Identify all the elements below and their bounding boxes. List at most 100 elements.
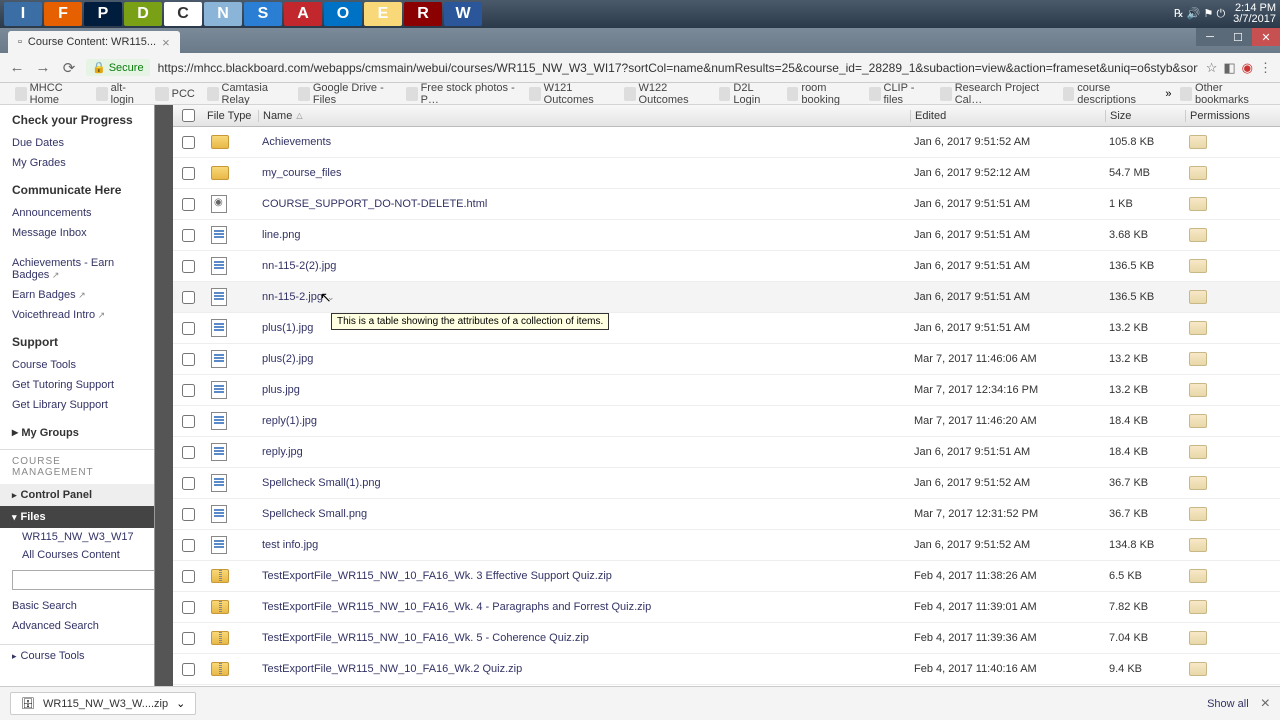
- taskbar-app-revit[interactable]: R: [404, 2, 442, 26]
- taskbar-app-dreamweaver[interactable]: D: [124, 2, 162, 26]
- taskbar-app-acrobat[interactable]: A: [284, 2, 322, 26]
- row-checkbox[interactable]: [182, 508, 195, 521]
- row-checkbox[interactable]: [182, 353, 195, 366]
- sidebar-link[interactable]: Announcements: [12, 203, 142, 223]
- permissions-icon[interactable]: [1189, 135, 1207, 149]
- file-name-link[interactable]: reply.jpg: [258, 446, 910, 458]
- file-name-link[interactable]: Achievements: [258, 136, 910, 148]
- files-sublink[interactable]: WR115_NW_W3_W17: [0, 528, 154, 546]
- taskbar-app-ie[interactable]: I: [4, 2, 42, 26]
- permissions-icon[interactable]: [1189, 290, 1207, 304]
- file-name-link[interactable]: TestExportFile_WR115_NW_10_FA16_Wk. 3 Ef…: [258, 570, 910, 582]
- permissions-icon[interactable]: [1189, 383, 1207, 397]
- close-shelf-button[interactable]: ×: [1261, 695, 1270, 713]
- file-name-link[interactable]: nn-115-2.jpg ⌄: [258, 291, 910, 303]
- taskbar-app-outlook[interactable]: O: [324, 2, 362, 26]
- bookmark-item[interactable]: room booking: [782, 80, 862, 108]
- row-checkbox[interactable]: [182, 477, 195, 490]
- taskbar-app-safari[interactable]: S: [244, 2, 282, 26]
- file-row[interactable]: plus(1).jpg Jan 6, 2017 9:51:51 AM13.2 K…: [173, 313, 1280, 344]
- control-panel-toggle[interactable]: Control Panel: [0, 484, 154, 506]
- taskbar-app-photoshop[interactable]: P: [84, 2, 122, 26]
- row-checkbox[interactable]: [182, 539, 195, 552]
- tab-close-button[interactable]: ×: [162, 35, 170, 50]
- file-name-link[interactable]: test info.jpg: [258, 539, 910, 551]
- col-name[interactable]: Name△: [258, 110, 910, 122]
- permissions-icon[interactable]: [1189, 569, 1207, 583]
- taskbar-app-notepad[interactable]: N: [204, 2, 242, 26]
- file-row[interactable]: Spellcheck Small(1).png Jan 6, 2017 9:51…: [173, 468, 1280, 499]
- file-name-link[interactable]: plus(1).jpg: [258, 322, 910, 334]
- taskbar-app-chrome[interactable]: C: [164, 2, 202, 26]
- sidebar-link[interactable]: Get Tutoring Support: [12, 375, 142, 395]
- file-name-link[interactable]: TestExportFile_WR115_NW_10_FA16_Wk. 5 - …: [258, 632, 910, 644]
- file-row[interactable]: Spellcheck Small.png Mar 7, 2017 12:31:5…: [173, 499, 1280, 530]
- file-name-link[interactable]: my_course_files: [258, 167, 910, 179]
- window-minimize-button[interactable]: ─: [1196, 28, 1224, 46]
- bookmark-item[interactable]: Free stock photos - P…: [401, 80, 522, 108]
- bookmark-item[interactable]: MHCC Home: [10, 80, 89, 108]
- permissions-icon[interactable]: [1189, 259, 1207, 273]
- ext-icon-2[interactable]: ◉: [1242, 60, 1253, 76]
- file-row[interactable]: COURSE_SUPPORT_DO-NOT-DELETE.html Jan 6,…: [173, 189, 1280, 220]
- permissions-icon[interactable]: [1189, 414, 1207, 428]
- other-bookmarks[interactable]: Other bookmarks: [1175, 80, 1270, 108]
- file-name-link[interactable]: reply(1).jpg: [258, 415, 910, 427]
- bookmark-item[interactable]: Camtasia Relay: [202, 80, 291, 108]
- permissions-icon[interactable]: [1189, 600, 1207, 614]
- file-row[interactable]: plus.jpg Mar 7, 2017 12:34:16 PM13.2 KB: [173, 375, 1280, 406]
- clock-date[interactable]: 3/7/2017: [1233, 14, 1276, 25]
- bookmark-item[interactable]: CLIP - files: [864, 80, 933, 108]
- file-row[interactable]: Achievements Jan 6, 2017 9:51:52 AM105.8…: [173, 127, 1280, 158]
- bookmark-item[interactable]: course descriptions: [1058, 80, 1162, 108]
- file-row[interactable]: my_course_files Jan 6, 2017 9:52:12 AM54…: [173, 158, 1280, 189]
- permissions-icon[interactable]: [1189, 321, 1207, 335]
- permissions-icon[interactable]: [1189, 352, 1207, 366]
- col-permissions[interactable]: Permissions: [1185, 110, 1280, 122]
- file-name-link[interactable]: plus(2).jpg: [258, 353, 910, 365]
- row-checkbox[interactable]: [182, 229, 195, 242]
- course-tools-toggle[interactable]: Course Tools: [0, 644, 154, 667]
- file-name-link[interactable]: line.png: [258, 229, 910, 241]
- files-toggle[interactable]: Files: [0, 506, 154, 528]
- col-edited[interactable]: Edited: [910, 110, 1105, 122]
- file-row[interactable]: nn-115-2(2).jpg Jan 6, 2017 9:51:51 AM13…: [173, 251, 1280, 282]
- download-item[interactable]: 🗄 WR115_NW_W3_W....zip ⌄: [10, 692, 196, 715]
- file-row[interactable]: TestExportFile_WR115_NW_10_FA16_Wk. 5 - …: [173, 623, 1280, 654]
- file-name-link[interactable]: TestExportFile_WR115_NW_10_FA16_Wk. 4 - …: [258, 601, 910, 613]
- chevron-down-icon[interactable]: ⌄: [176, 697, 185, 710]
- back-button[interactable]: ←: [8, 59, 26, 76]
- row-checkbox[interactable]: [182, 446, 195, 459]
- action-chevron-icon[interactable]: ⌄: [327, 292, 335, 303]
- row-checkbox[interactable]: [182, 570, 195, 583]
- bm-overflow[interactable]: »: [1165, 88, 1171, 100]
- row-checkbox[interactable]: [182, 663, 195, 676]
- reload-button[interactable]: ⟳: [60, 59, 78, 77]
- permissions-icon[interactable]: [1189, 228, 1207, 242]
- bookmark-item[interactable]: W121 Outcomes: [524, 80, 617, 108]
- file-row[interactable]: TestExportFile_WR115_NW_10_FA16_Wk. 3 Ef…: [173, 561, 1280, 592]
- sidebar-link[interactable]: Earn Badges: [12, 285, 142, 305]
- window-close-button[interactable]: ✕: [1252, 28, 1280, 46]
- file-row[interactable]: reply.jpg Jan 6, 2017 9:51:51 AM18.4 KB: [173, 437, 1280, 468]
- row-checkbox[interactable]: [182, 260, 195, 273]
- file-row[interactable]: TestExportFile_WR115_NW_10_FA16_Wk. 4 - …: [173, 592, 1280, 623]
- file-name-link[interactable]: Spellcheck Small.png: [258, 508, 910, 520]
- window-maximize-button[interactable]: ☐: [1224, 28, 1252, 46]
- url-input[interactable]: [158, 61, 1198, 75]
- permissions-icon[interactable]: [1189, 197, 1207, 211]
- file-row[interactable]: reply(1).jpg Mar 7, 2017 11:46:20 AM18.4…: [173, 406, 1280, 437]
- permissions-icon[interactable]: [1189, 476, 1207, 490]
- file-row[interactable]: nn-115-2.jpg ⌄Jan 6, 2017 9:51:51 AM136.…: [173, 282, 1280, 313]
- bookmark-item[interactable]: Research Project Cal…: [935, 80, 1056, 108]
- row-checkbox[interactable]: [182, 415, 195, 428]
- bookmark-item[interactable]: D2L Login: [714, 80, 780, 108]
- file-row[interactable]: line.png Jan 6, 2017 9:51:51 AM3.68 KB: [173, 220, 1280, 251]
- file-name-link[interactable]: Spellcheck Small(1).png: [258, 477, 910, 489]
- forward-button[interactable]: →: [34, 59, 52, 76]
- browser-tab[interactable]: ▫ Course Content: WR115... ×: [8, 31, 180, 53]
- row-checkbox[interactable]: [182, 384, 195, 397]
- file-row[interactable]: test info.jpg Jan 6, 2017 9:51:52 AM134.…: [173, 530, 1280, 561]
- permissions-icon[interactable]: [1189, 631, 1207, 645]
- file-name-link[interactable]: nn-115-2(2).jpg: [258, 260, 910, 272]
